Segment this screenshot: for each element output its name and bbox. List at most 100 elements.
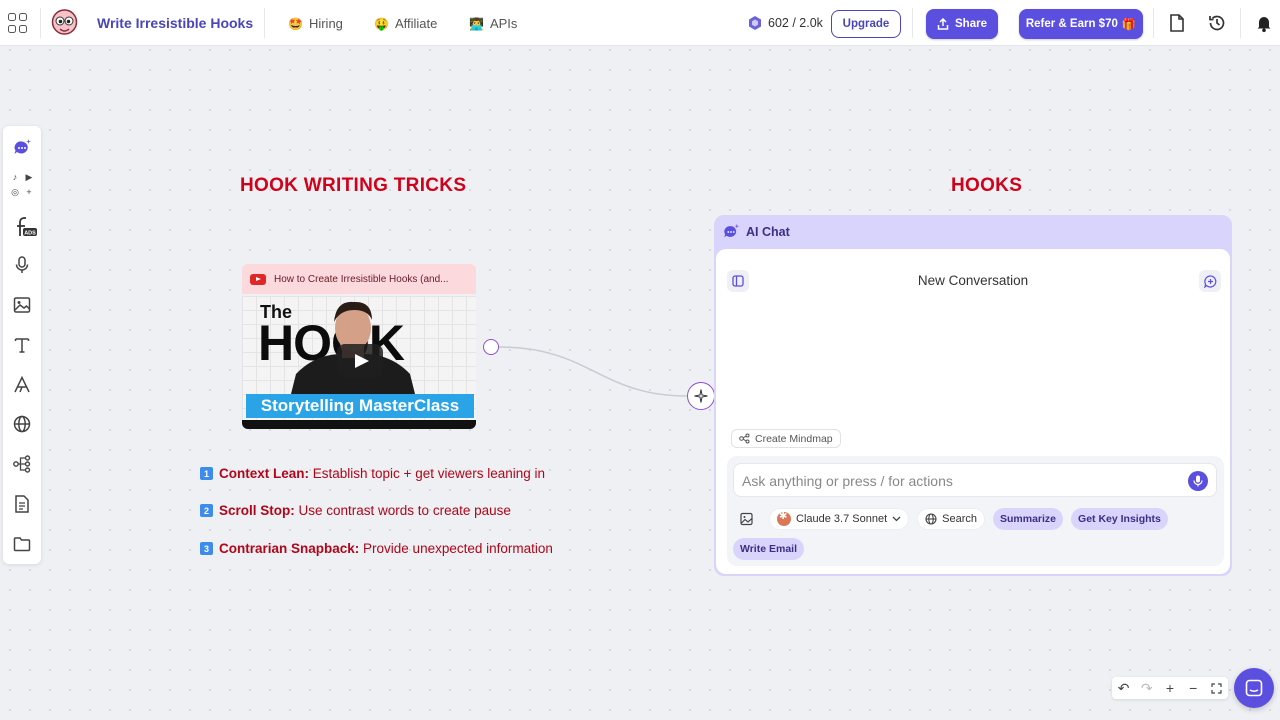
- connection-target-handle[interactable]: [687, 382, 715, 410]
- canvas-zoom-controls: ↶ ↷ + −: [1112, 677, 1228, 699]
- add-social-icon[interactable]: +: [24, 187, 34, 197]
- sparkle-icon: [694, 389, 708, 403]
- mindmap-icon: [739, 433, 750, 444]
- folder-icon[interactable]: [12, 534, 32, 554]
- number-badge-icon: 2: [200, 504, 213, 517]
- ai-chat-icon: [724, 223, 740, 238]
- history-icon[interactable]: [1207, 13, 1227, 33]
- nav-apis-label: APIs: [489, 16, 518, 31]
- youtube-logo-icon: [250, 273, 266, 285]
- trick-title: Scroll Stop:: [219, 503, 295, 518]
- top-bar: Write Irresistible Hooks 🤩 Hiring 🤑 Affi…: [0, 0, 1280, 46]
- chat-tool-row-2: Write Email: [733, 538, 804, 560]
- trick-description: Provide unexpected information: [359, 541, 553, 556]
- nav-hiring-link[interactable]: 🤩 Hiring: [288, 16, 343, 31]
- left-toolbar: ♪ ▶ ◎ + ADS: [3, 126, 41, 564]
- document-title[interactable]: Write Irresistible Hooks: [97, 15, 253, 31]
- tiktok-icon[interactable]: ♪: [10, 172, 20, 182]
- app-logo-icon[interactable]: [51, 9, 78, 37]
- trick-item: 3 Contrarian Snapback: Provide unexpecte…: [200, 541, 553, 556]
- document-icon[interactable]: [1167, 13, 1187, 33]
- support-chat-icon: [1245, 679, 1263, 697]
- support-chat-button[interactable]: [1234, 668, 1274, 708]
- microphone-icon[interactable]: [12, 255, 32, 275]
- conversation-title: New Conversation: [917, 273, 1029, 288]
- play-button-icon[interactable]: [337, 344, 383, 378]
- ai-chat-header[interactable]: AI Chat: [714, 215, 1232, 249]
- chevron-down-icon: [892, 516, 901, 522]
- web-search-toggle[interactable]: Search: [917, 508, 985, 530]
- model-label: Claude 3.7 Sonnet: [796, 513, 888, 525]
- trick-title: Contrarian Snapback:: [219, 541, 360, 556]
- chat-tool-row: Claude 3.7 Sonnet Search Summarize Get K…: [733, 508, 1168, 530]
- nav-apis-link[interactable]: 👨‍💻 APIs: [469, 16, 517, 31]
- trick-item: 2 Scroll Stop: Use contrast words to cre…: [200, 503, 511, 518]
- instagram-icon[interactable]: ◎: [10, 187, 20, 197]
- model-selector[interactable]: Claude 3.7 Sonnet: [769, 508, 910, 530]
- facebook-ads-icon[interactable]: ADS: [9, 214, 37, 238]
- create-mindmap-button[interactable]: Create Mindmap: [731, 429, 841, 448]
- zoom-in-icon[interactable]: +: [1161, 679, 1179, 697]
- refer-earn-button[interactable]: Refer & Earn $70 🎁: [1019, 9, 1143, 39]
- credits-counter[interactable]: 602 / 2.0k: [748, 15, 823, 31]
- mindmap-icon[interactable]: [12, 454, 32, 474]
- number-badge-icon: 1: [200, 467, 213, 480]
- globe-icon[interactable]: [12, 414, 32, 434]
- ads-label: ADS: [24, 231, 36, 237]
- get-key-insights-chip[interactable]: Get Key Insights: [1071, 508, 1168, 530]
- globe-icon: [925, 513, 937, 525]
- divider: [40, 8, 41, 38]
- nav-affiliate-link[interactable]: 🤑 Affiliate: [374, 16, 437, 31]
- notification-bell-icon[interactable]: [1254, 13, 1274, 33]
- document-list-icon[interactable]: [12, 494, 32, 514]
- refer-label: Refer & Earn $70: [1025, 18, 1118, 30]
- summarize-chip[interactable]: Summarize: [993, 508, 1064, 530]
- chat-body: New Conversation Create Mindmap Ask anyt…: [716, 249, 1230, 574]
- nav-hiring-label: Hiring: [308, 16, 343, 31]
- video-thumbnail[interactable]: The HOOK Storytelling MasterClass: [242, 296, 476, 429]
- text-icon[interactable]: [12, 335, 32, 355]
- thumbnail-bottom-bar: [242, 420, 476, 429]
- video-card-header[interactable]: How to Create Irresistible Hooks (and...: [242, 264, 476, 294]
- voice-input-button[interactable]: [1188, 471, 1208, 491]
- write-email-chip[interactable]: Write Email: [733, 538, 804, 560]
- nav-affiliate-label: Affiliate: [394, 16, 438, 31]
- hooks-heading: HOOKS: [951, 175, 1023, 196]
- redo-icon[interactable]: ↷: [1138, 679, 1156, 697]
- trick-description: Use contrast words to create pause: [294, 503, 511, 518]
- search-label: Search: [942, 513, 977, 525]
- zoom-out-icon[interactable]: −: [1184, 679, 1202, 697]
- apps-grid-icon[interactable]: [8, 13, 28, 33]
- share-button[interactable]: Share: [926, 9, 998, 39]
- divider: [1240, 8, 1241, 38]
- new-chat-icon: [1203, 274, 1216, 288]
- share-label: Share: [955, 18, 987, 30]
- trick-description: Establish topic + get viewers leaning in: [309, 466, 546, 481]
- video-title: How to Create Irresistible Hooks (and...: [274, 273, 449, 285]
- thumbnail-banner: Storytelling MasterClass: [246, 394, 474, 418]
- divider: [912, 8, 913, 38]
- ai-chat-icon[interactable]: [12, 138, 32, 158]
- upgrade-button[interactable]: Upgrade: [831, 10, 901, 38]
- upload-image-button[interactable]: [733, 508, 761, 530]
- share-upload-icon: [937, 18, 949, 30]
- ai-chat-panel: AI Chat New Conversation Create Mindmap: [714, 215, 1232, 576]
- new-chat-button[interactable]: [1199, 270, 1221, 292]
- divider: [264, 8, 265, 38]
- gift-icon: 🎁: [1121, 19, 1137, 31]
- microphone-icon: [1193, 475, 1203, 487]
- image-icon[interactable]: [12, 295, 32, 315]
- connection-handle[interactable]: [483, 339, 499, 355]
- divider: [1153, 8, 1154, 38]
- chat-input[interactable]: [742, 471, 1172, 491]
- hiring-emoji-icon: 🤩: [288, 16, 303, 31]
- create-mindmap-label: Create Mindmap: [755, 432, 833, 445]
- number-badge-icon: 3: [200, 542, 213, 555]
- undo-icon[interactable]: ↶: [1115, 679, 1133, 697]
- trick-title: Context Lean:: [219, 466, 310, 481]
- font-icon[interactable]: [12, 375, 32, 395]
- fit-screen-icon[interactable]: [1207, 679, 1225, 697]
- image-upload-icon: [740, 512, 753, 526]
- affiliate-emoji-icon: 🤑: [374, 16, 389, 31]
- youtube-icon[interactable]: ▶: [24, 172, 34, 182]
